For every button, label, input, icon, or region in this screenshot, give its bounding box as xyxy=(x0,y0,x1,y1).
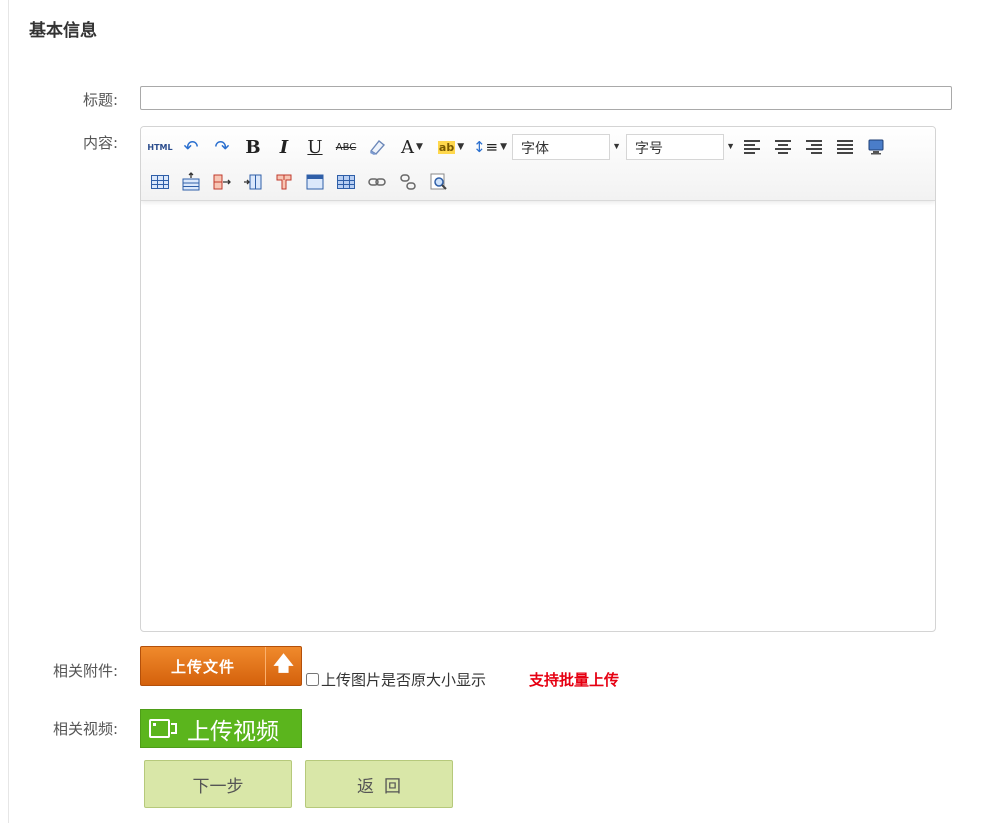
redo-icon[interactable]: ↷ xyxy=(209,135,235,159)
split-cells-icon[interactable] xyxy=(271,170,297,194)
editor-body[interactable] xyxy=(141,201,935,631)
font-family-value: 字体 xyxy=(521,140,549,156)
font-size-select[interactable]: 字号 ▼ xyxy=(626,134,735,160)
unlink-icon[interactable] xyxy=(395,170,421,194)
batch-upload-note: 支持批量上传 xyxy=(529,671,620,689)
link-icon[interactable] xyxy=(364,170,390,194)
insert-row-icon[interactable] xyxy=(178,170,204,194)
bold-icon[interactable]: B xyxy=(240,135,266,159)
italic-icon[interactable]: I xyxy=(271,135,297,159)
chevron-down-icon: ▼ xyxy=(612,141,621,151)
original-size-checkbox[interactable] xyxy=(306,673,319,686)
font-size-value: 字号 xyxy=(635,140,663,156)
back-button[interactable]: 返回 xyxy=(305,760,453,808)
left-border xyxy=(8,0,9,823)
table-props-icon[interactable] xyxy=(302,170,328,194)
preview-icon[interactable] xyxy=(426,170,452,194)
cell-props-icon[interactable] xyxy=(333,170,359,194)
underline-icon[interactable]: U xyxy=(302,135,328,159)
title-input[interactable] xyxy=(140,86,952,110)
chevron-down-icon: ▼ xyxy=(416,142,423,152)
html-icon[interactable]: HTML xyxy=(147,135,173,159)
align-justify-icon[interactable] xyxy=(832,135,858,159)
next-step-button[interactable]: 下一步 xyxy=(144,760,292,808)
line-height-icon[interactable]: ↕ ≡ ▼ xyxy=(473,135,507,159)
section-title: 基本信息 xyxy=(29,21,97,41)
alignment-group xyxy=(739,135,894,159)
highlight-icon[interactable]: ab ▼ xyxy=(434,135,468,159)
table-grid xyxy=(151,175,169,189)
undo-icon[interactable]: ↶ xyxy=(178,135,204,159)
strikethrough-icon[interactable]: ABC xyxy=(333,135,359,159)
cell-grid xyxy=(337,175,355,189)
merge-cells-icon[interactable] xyxy=(240,170,266,194)
upload-video-button[interactable]: 上传视频 xyxy=(140,709,302,748)
upload-video-label: 上传视频 xyxy=(187,718,279,745)
font-color-icon[interactable]: A ▼ xyxy=(395,135,429,159)
video-label: 相关视频: xyxy=(52,720,118,738)
editor-toolbar: HTML ↶ ↷ B I U ABC A ▼ ab ▼ ↕ ≡ ▼ 字体 ▼ 字号 ▼ xyxy=(141,127,935,201)
title-label: 标题: xyxy=(82,91,118,109)
attachment-label: 相关附件: xyxy=(52,662,118,680)
align-right-icon[interactable] xyxy=(801,135,827,159)
highlight-label: ab xyxy=(437,140,456,154)
chevron-down-icon: ▼ xyxy=(500,142,508,152)
video-camera-icon xyxy=(149,718,177,740)
original-size-label: 上传图片是否原大小显示 xyxy=(321,671,487,689)
insert-table-icon[interactable] xyxy=(147,170,173,194)
upload-file-label: 上传文件 xyxy=(170,657,235,676)
rich-text-editor: HTML ↶ ↷ B I U ABC A ▼ ab ▼ ↕ ≡ ▼ 字体 ▼ 字号 ▼ xyxy=(140,126,936,632)
font-color-label: A xyxy=(401,136,415,158)
chevron-down-icon: ▼ xyxy=(726,141,735,151)
toolbar-row-1: HTML ↶ ↷ B I U ABC A ▼ ab ▼ ↕ ≡ ▼ 字体 ▼ 字号 ▼ xyxy=(147,133,894,161)
upload-file-button[interactable]: 上传文件 🡅 xyxy=(140,646,302,686)
eraser-icon[interactable] xyxy=(364,135,390,159)
fullscreen-icon[interactable] xyxy=(863,135,889,159)
font-family-select[interactable]: 字体 ▼ xyxy=(512,134,621,160)
insert-column-icon[interactable] xyxy=(209,170,235,194)
align-center-icon[interactable] xyxy=(770,135,796,159)
chevron-down-icon: ▼ xyxy=(457,142,465,152)
toolbar-row-2 xyxy=(147,168,457,196)
upload-arrow-icon: 🡅 xyxy=(265,647,301,685)
original-size-option[interactable]: 上传图片是否原大小显示 xyxy=(306,669,486,690)
content-label: 内容: xyxy=(82,134,118,152)
align-left-icon[interactable] xyxy=(739,135,765,159)
